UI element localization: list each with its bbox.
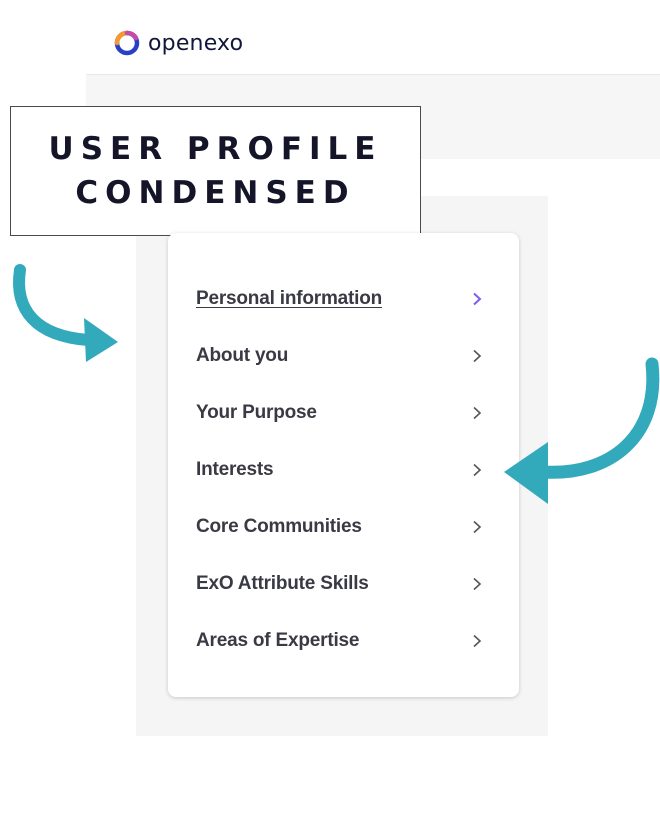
chevron-right-icon xyxy=(473,577,482,590)
menu-item-label: About you xyxy=(196,344,289,366)
menu-item-about-you[interactable]: About you xyxy=(196,327,488,384)
menu-item-your-purpose[interactable]: Your Purpose xyxy=(196,384,488,441)
page: openexo USER PROFILE CONDENSED Personal … xyxy=(0,0,660,836)
menu-item-label: Areas of Expertise xyxy=(196,629,360,651)
chevron-right-icon xyxy=(473,634,482,647)
brand-logo[interactable]: openexo xyxy=(112,28,243,58)
menu-item-core-communities[interactable]: Core Communities xyxy=(196,498,488,555)
chevron-right-icon xyxy=(473,406,482,419)
title-line-2: CONDENSED xyxy=(75,175,356,211)
menu-item-label: Core Communities xyxy=(196,515,362,537)
menu-item-label: Interests xyxy=(196,458,274,480)
menu-item-label: Personal information xyxy=(196,287,383,309)
chevron-right-icon xyxy=(473,292,482,305)
profile-menu-card: Personal information About you Your Purp… xyxy=(168,233,519,697)
curved-arrow-icon xyxy=(504,357,660,504)
menu-item-exo-attribute-skills[interactable]: ExO Attribute Skills xyxy=(196,555,488,612)
title-line-1: USER PROFILE xyxy=(48,131,383,167)
menu-item-areas-of-expertise[interactable]: Areas of Expertise xyxy=(196,612,488,669)
openexo-logo-icon xyxy=(114,30,140,56)
menu-item-interests[interactable]: Interests xyxy=(196,441,488,498)
chevron-right-icon xyxy=(473,349,482,362)
menu-item-label: ExO Attribute Skills xyxy=(196,572,369,594)
curved-arrow-icon xyxy=(13,264,118,362)
chevron-right-icon xyxy=(473,520,482,533)
menu-item-personal-information[interactable]: Personal information xyxy=(196,270,488,327)
header-divider xyxy=(86,74,660,75)
title-box: USER PROFILE CONDENSED xyxy=(10,106,421,236)
chevron-right-icon xyxy=(473,463,482,476)
profile-menu-list: Personal information About you Your Purp… xyxy=(196,270,488,669)
brand-name: openexo xyxy=(148,30,244,56)
menu-item-label: Your Purpose xyxy=(196,401,317,423)
